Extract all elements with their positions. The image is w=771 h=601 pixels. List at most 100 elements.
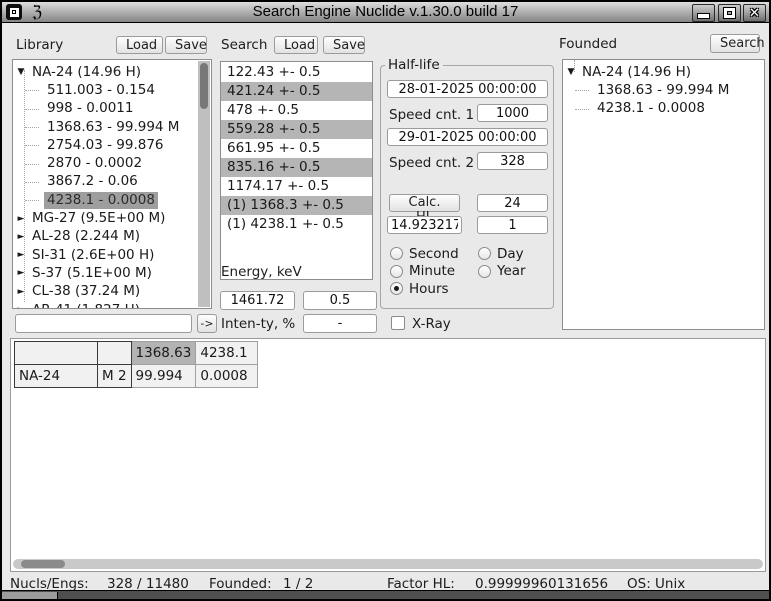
expander-closed-icon[interactable]: ► [13, 301, 29, 308]
search-list-item[interactable]: 478 +- 0.5 [221, 101, 372, 120]
tree-item-label: 4238.1 - 0.0008 [594, 100, 708, 117]
tree-item-label: CL-38 (37.24 M) [29, 283, 143, 300]
expander-closed-icon[interactable]: ► [13, 264, 29, 282]
search-list-item[interactable]: 421.24 +- 0.5 [221, 82, 372, 101]
library-load-button[interactable]: Load [116, 36, 163, 54]
radio-label: Hours [409, 281, 449, 297]
tree-item[interactable]: ►CL-38 (37.24 M) [13, 283, 211, 301]
transfer-button[interactable]: -> [197, 314, 217, 333]
tree-item[interactable]: 4238.1 - 0.0008 [563, 100, 764, 118]
results-hscrollbar-thumb[interactable] [21, 560, 65, 568]
end-datetime-field[interactable] [387, 128, 548, 146]
search-list-item[interactable]: 559.28 +- 0.5 [221, 120, 372, 139]
tree-item[interactable]: ▼NA-24 (14.96 H) [13, 63, 211, 81]
expander-closed-icon[interactable]: ► [13, 228, 29, 246]
search-list-item[interactable]: 835.16 +- 0.5 [221, 158, 372, 177]
radio-minute[interactable]: Minute [390, 263, 459, 280]
search-list-item[interactable]: 1174.17 +- 0.5 [221, 177, 372, 196]
founded-tree[interactable]: ▼NA-24 (14.96 H)1368.63 - 99.994 M4238.1… [563, 60, 764, 329]
titlebar[interactable]: ℨ Search Engine Nuclide v.1.30.0 build 1… [2, 2, 769, 23]
radio-button-icon[interactable] [390, 282, 403, 295]
radio-second[interactable]: Second [390, 245, 459, 262]
tree-item[interactable]: 3867.2 - 0.06 [13, 173, 211, 191]
library-filter-input[interactable] [15, 314, 192, 333]
maximize-button[interactable] [718, 4, 741, 22]
search-load-button[interactable]: Load [274, 36, 318, 54]
radio-day[interactable]: Day [478, 245, 526, 262]
radio-button-icon[interactable] [390, 247, 403, 260]
search-list-panel: 122.43 +- 0.5421.24 +- 0.5478 +- 0.5559.… [220, 61, 373, 280]
search-list-item[interactable]: (1) 4238.1 +- 0.5 [221, 215, 372, 234]
tree-item[interactable]: ▼NA-24 (14.96 H) [563, 63, 764, 81]
tree-item[interactable]: ►AL-28 (2.244 M) [13, 228, 211, 246]
intensity-field[interactable] [303, 314, 377, 333]
search-list-item[interactable]: (1) 1368.3 +- 0.5 [221, 196, 372, 215]
expander-closed-icon[interactable]: ► [13, 210, 29, 228]
radio-year[interactable]: Year [478, 263, 526, 280]
tree-item-label: MG-27 (9.5E+00 M) [29, 210, 168, 227]
table-cell[interactable]: 0.0008 [196, 365, 258, 388]
window-frame-bottom[interactable] [2, 590, 769, 599]
tree-item[interactable]: 511.003 - 0.154 [13, 81, 211, 99]
tree-item[interactable]: 2754.03 - 99.876 [13, 136, 211, 154]
tree-item[interactable]: ►SI-31 (2.6E+00 H) [13, 246, 211, 264]
expander-open-icon[interactable]: ▼ [13, 63, 29, 81]
expander-closed-icon[interactable]: ► [13, 283, 29, 301]
library-save-button[interactable]: Save [165, 36, 207, 54]
start-datetime-field[interactable] [387, 80, 548, 98]
maximize-icon [724, 8, 735, 18]
table-header-cell[interactable] [98, 342, 132, 365]
table-header-cell[interactable]: 1368.63 [131, 342, 196, 365]
tree-item[interactable]: 2870 - 0.0002 [13, 154, 211, 172]
energy-tolerance-field[interactable] [303, 291, 377, 310]
xray-checkbox[interactable] [391, 316, 405, 330]
halflife-value-field[interactable] [387, 216, 462, 234]
table-cell[interactable]: NA-24 [15, 365, 98, 388]
tree-item[interactable]: ►S-37 (5.1E+00 M) [13, 264, 211, 282]
calc-hours-field[interactable] [477, 194, 548, 212]
library-scrollbar-thumb[interactable] [200, 63, 208, 109]
calc-hl-button[interactable]: Calc. HL [389, 194, 460, 212]
intensity-label: Inten-ty, % [221, 316, 295, 332]
table-header-cell[interactable] [15, 342, 98, 365]
expander-closed-icon[interactable]: ► [13, 246, 29, 264]
tree-item-label: 3867.2 - 0.06 [44, 173, 141, 190]
tree-item[interactable]: ►MG-27 (9.5E+00 M) [13, 209, 211, 227]
radio-button-icon[interactable] [478, 247, 491, 260]
close-button[interactable]: ✕ [743, 4, 766, 22]
tree-item-label: 4238.1 - 0.0008 [44, 192, 158, 209]
search-list-item[interactable]: 122.43 +- 0.5 [221, 63, 372, 82]
tree-item[interactable]: 1368.63 - 99.994 M [13, 118, 211, 136]
library-scrollbar[interactable] [198, 61, 210, 307]
resize-grip[interactable] [2, 592, 58, 599]
time-unit-radios-left: SecondMinuteHours [390, 245, 459, 298]
energy-value-field[interactable] [220, 291, 295, 310]
search-list[interactable]: 122.43 +- 0.5421.24 +- 0.5478 +- 0.5559.… [221, 62, 372, 234]
energy-label: Energy, keV [221, 264, 302, 280]
tree-item[interactable]: ►AR-41 (1.827 H) [13, 301, 211, 308]
founded-label: Founded [559, 36, 617, 52]
search-list-item[interactable]: 661.95 +- 0.5 [221, 139, 372, 158]
tree-item[interactable]: 998 - 0.0011 [13, 100, 211, 118]
radio-hours[interactable]: Hours [390, 280, 459, 297]
speed-cnt-2-field[interactable] [477, 152, 548, 170]
speed-cnt-1-field[interactable] [477, 104, 548, 122]
expander-open-icon[interactable]: ▼ [563, 63, 579, 81]
table-row: NA-24M 299.9940.0008 [15, 365, 258, 388]
library-tree-panel: ▼NA-24 (14.96 H)511.003 - 0.154998 - 0.0… [12, 59, 212, 309]
radio-button-icon[interactable] [390, 265, 403, 278]
radio-button-icon[interactable] [478, 265, 491, 278]
founded-search-button[interactable]: Search [710, 34, 760, 53]
table-cell[interactable]: M 2 [98, 365, 132, 388]
tree-item[interactable]: 1368.63 - 99.994 M [563, 81, 764, 99]
table-header-cell[interactable]: 4238.1 [196, 342, 258, 365]
minimize-button[interactable] [692, 4, 715, 22]
speed-cnt-1-label: Speed cnt. 1 [389, 107, 474, 123]
library-tree[interactable]: ▼NA-24 (14.96 H)511.003 - 0.154998 - 0.0… [13, 60, 211, 308]
halflife-factor-field[interactable] [477, 216, 548, 234]
tree-item-label: NA-24 (14.96 H) [579, 64, 694, 81]
tree-item[interactable]: 4238.1 - 0.0008 [13, 191, 211, 209]
search-save-button[interactable]: Save [323, 36, 365, 54]
results-hscrollbar[interactable] [13, 559, 763, 569]
table-cell[interactable]: 99.994 [131, 365, 196, 388]
